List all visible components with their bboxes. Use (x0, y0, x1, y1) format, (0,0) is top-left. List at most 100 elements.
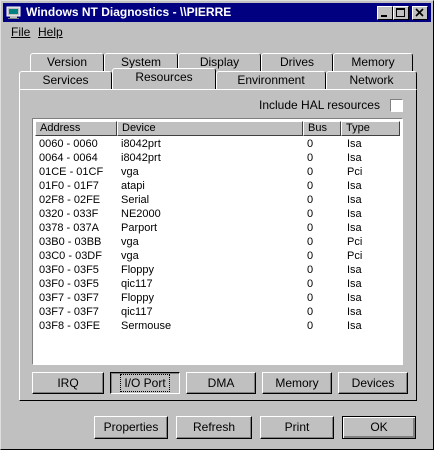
column-header-type[interactable]: Type (341, 121, 400, 136)
cell-address: 0060 - 0060 (39, 138, 98, 150)
tab-resources[interactable]: Resources (112, 68, 216, 89)
cell-address: 03F7 - 03F7 (39, 292, 99, 304)
cell-address: 03B0 - 03BB (39, 236, 102, 248)
column-header-bus[interactable]: Bus (303, 121, 341, 136)
menu-file[interactable]: File (11, 25, 30, 39)
cell-type: Isa (347, 138, 362, 150)
tab-memory[interactable]: Memory (333, 53, 413, 71)
column-header-address-label: Address (40, 122, 81, 134)
cell-type: Isa (347, 208, 362, 220)
maximize-icon (396, 8, 405, 17)
table-row[interactable]: 03B0 - 03BB vga 0 Pci (33, 236, 393, 249)
properties-button[interactable]: Properties (94, 416, 168, 439)
diagnostics-window: Windows NT Diagnostics - \\PIERRE File H… (0, 0, 434, 450)
memory-button-label: Memory (275, 376, 319, 390)
cell-address: 0320 - 033F (39, 208, 99, 220)
column-header-bus-label: Bus (308, 122, 327, 134)
cell-device: Parport (121, 222, 158, 234)
tab-drives-label: Drives (279, 55, 314, 69)
print-button[interactable]: Print (260, 416, 334, 439)
hal-resources-label: Include HAL resources (259, 98, 380, 112)
table-row[interactable]: 03F0 - 03F5 qic117 0 Isa (33, 278, 393, 291)
cell-address: 03F7 - 03F7 (39, 306, 99, 318)
cell-type: Isa (347, 222, 362, 234)
table-row[interactable]: 0320 - 033F NE2000 0 Isa (33, 208, 393, 221)
cell-type: Isa (347, 278, 362, 290)
cell-bus: 0 (307, 138, 314, 150)
cell-type: Isa (347, 306, 362, 318)
table-row[interactable]: 02F8 - 02FE Serial 0 Isa (33, 194, 393, 207)
devices-button[interactable]: Devices (338, 372, 408, 394)
cell-device: NE2000 (121, 208, 161, 220)
tab-version[interactable]: Version (30, 53, 104, 71)
cell-address: 01CE - 01CF (39, 166, 104, 178)
cell-address: 03F0 - 03F5 (39, 278, 99, 290)
cell-device: i8042prt (121, 152, 161, 164)
cell-address: 03F8 - 03FE (39, 320, 101, 332)
tab-services[interactable]: Services (19, 71, 112, 89)
cell-type: Pci (347, 236, 363, 248)
table-row[interactable]: 03F7 - 03F7 qic117 0 Isa (33, 306, 393, 319)
ok-button-label: OK (370, 420, 388, 434)
menu-help[interactable]: Help (38, 25, 63, 39)
io-port-button[interactable]: I/O Port (110, 372, 180, 394)
cell-device: Serial (121, 194, 150, 206)
cell-type: Isa (347, 264, 362, 276)
column-header-device-label: Device (122, 122, 156, 134)
table-row[interactable]: 01CE - 01CF vga 0 Pci (33, 166, 393, 179)
tab-system-label: System (120, 55, 161, 69)
window-title: Windows NT Diagnostics - \\PIERRE (26, 5, 232, 19)
cell-device: vga (121, 166, 139, 178)
title-bar[interactable]: Windows NT Diagnostics - \\PIERRE (3, 3, 431, 22)
cell-type: Isa (347, 194, 362, 206)
resource-list[interactable]: Address Device Bus Type 0060 - 0060 i8042… (32, 118, 403, 365)
table-row[interactable]: 0060 - 0060 i8042prt 0 Isa (33, 138, 393, 151)
cell-device: vga (121, 250, 139, 262)
cell-device: Floppy (121, 292, 155, 304)
ok-button[interactable]: OK (342, 416, 416, 439)
tab-network-label: Network (349, 73, 394, 87)
tab-environment-label: Environment (237, 73, 305, 87)
cell-device: qic117 (121, 278, 153, 290)
cell-device: atapi (121, 180, 145, 192)
cell-type: Pci (347, 250, 363, 262)
devices-button-label: Devices (351, 376, 395, 390)
cell-bus: 0 (307, 250, 314, 262)
refresh-button[interactable]: Refresh (176, 416, 252, 439)
minimize-button[interactable] (377, 6, 393, 20)
cell-device: vga (121, 236, 139, 248)
table-row[interactable]: 03F7 - 03F7 Floppy 0 Isa (33, 292, 393, 305)
column-header-address[interactable]: Address (35, 121, 117, 136)
cell-bus: 0 (307, 264, 314, 276)
table-row[interactable]: 03F0 - 03F5 Floppy 0 Isa (33, 264, 393, 277)
table-row[interactable]: 01F0 - 01F7 atapi 0 Isa (33, 180, 393, 193)
tab-environment[interactable]: Environment (216, 71, 326, 89)
tab-display-label: Display (199, 55, 240, 69)
cell-device: qic117 (121, 306, 153, 318)
cell-bus: 0 (307, 194, 314, 206)
irq-button-label: IRQ (57, 376, 79, 390)
irq-button[interactable]: IRQ (32, 372, 104, 394)
refresh-button-label: Refresh (192, 420, 236, 434)
cell-bus: 0 (307, 208, 314, 220)
close-button[interactable] (412, 6, 428, 20)
app-icon[interactable] (6, 5, 21, 20)
tab-drives[interactable]: Drives (261, 53, 333, 71)
cell-bus: 0 (307, 222, 314, 234)
cell-address: 0064 - 0064 (39, 152, 98, 164)
table-row[interactable]: 0378 - 037A Parport 0 Isa (33, 222, 393, 235)
hal-resources-checkbox[interactable] (390, 99, 403, 112)
cell-device: i8042prt (121, 138, 161, 150)
table-row[interactable]: 0064 - 0064 i8042prt 0 Isa (33, 152, 393, 165)
cell-bus: 0 (307, 152, 314, 164)
cell-address: 02F8 - 02FE (39, 194, 101, 206)
dma-button[interactable]: DMA (186, 372, 256, 394)
tab-services-label: Services (42, 73, 89, 87)
column-header-device[interactable]: Device (117, 121, 303, 136)
cell-bus: 0 (307, 320, 314, 332)
table-row[interactable]: 03C0 - 03DF vga 0 Pci (33, 250, 393, 263)
maximize-button[interactable] (393, 6, 409, 20)
table-row[interactable]: 03F8 - 03FE Sermouse 0 Isa (33, 320, 393, 333)
memory-button[interactable]: Memory (262, 372, 332, 394)
tab-network[interactable]: Network (326, 71, 417, 89)
